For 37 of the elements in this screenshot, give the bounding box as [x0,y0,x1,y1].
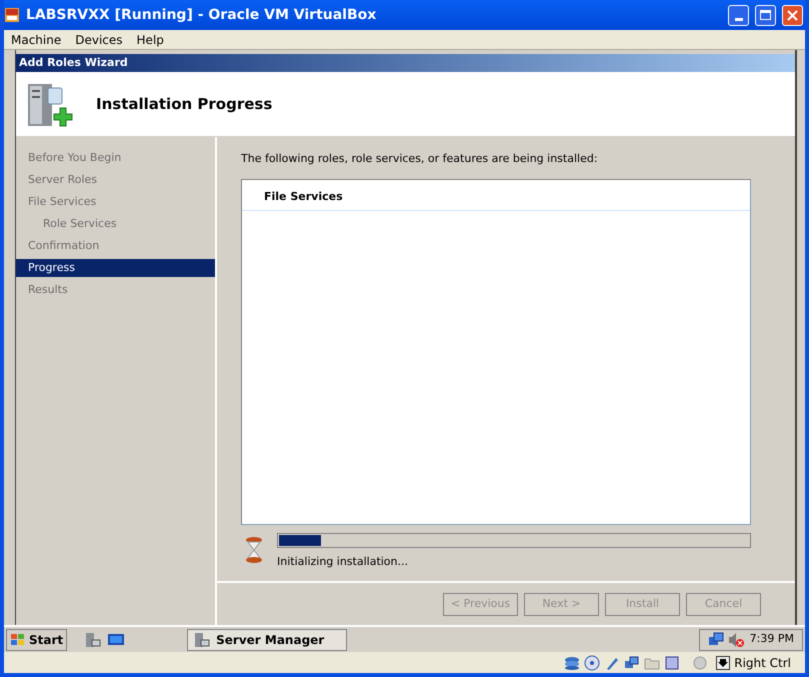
hard-disk-icon[interactable] [564,654,580,670]
server-icon [192,630,210,648]
menu-item[interactable]: Help [130,30,171,48]
taskbar-button[interactable]: Server Manager [187,628,348,650]
window-title: LABSRVXX [Running] - Oracle VM VirtualBox [26,6,376,24]
wizard-title: Add Roles Wizard [19,54,128,71]
desktop-icon[interactable] [107,632,126,648]
menu-item[interactable]: Devices [68,30,130,48]
intro-text: The following roles, role services, or features are being installed: [241,151,599,167]
nav-step[interactable]: File Services [16,193,215,211]
minimize-button[interactable] [728,4,749,26]
nav-step[interactable]: Server Roles [16,171,215,189]
nav-step[interactable]: Progress [16,259,215,277]
network-adapters-icon[interactable] [624,654,640,670]
muted-speaker-icon[interactable] [728,632,744,648]
app-icon [4,7,20,23]
maximize-button[interactable] [755,4,776,26]
close-icon [787,10,798,20]
item-name: File Services [264,190,343,202]
nav-step[interactable]: Role Services [16,215,215,233]
down-arrow-icon [716,656,730,670]
host-key-label: Right Ctrl [734,654,791,672]
start-button[interactable]: Start [6,628,68,650]
virtualization-chip-icon[interactable] [664,654,680,670]
optical-disc-icon[interactable] [584,654,600,670]
page-heading: Installation Progress [96,94,272,115]
windows-flag-icon [10,632,26,646]
clock: 7:39 PM [750,631,794,648]
menu-item[interactable]: Machine [4,30,68,48]
close-button[interactable] [782,4,803,26]
nav-step[interactable]: Results [16,281,215,299]
status-text: Initializing installation... [277,554,410,570]
server-icon[interactable] [83,630,102,648]
nav-step[interactable]: Confirmation [16,237,215,255]
network-icon[interactable] [708,632,724,648]
hourglass-icon [245,536,263,564]
nav-step[interactable]: Before You Begin [16,149,215,167]
